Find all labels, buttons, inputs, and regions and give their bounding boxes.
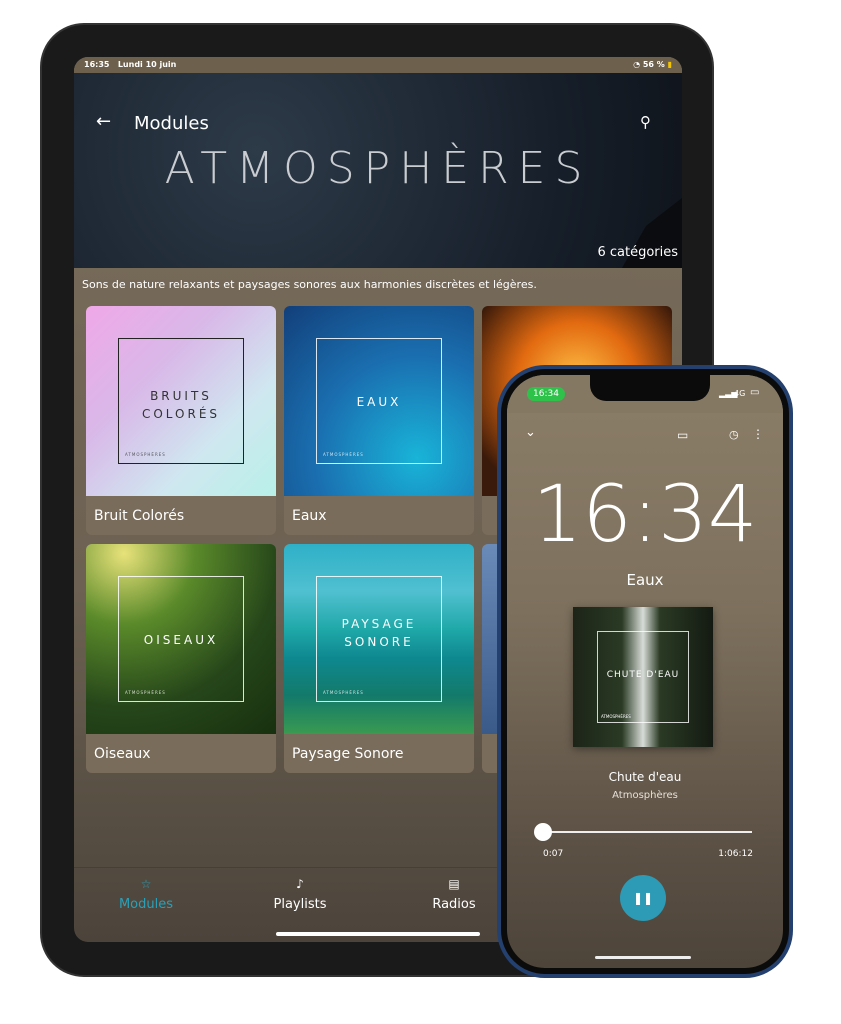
description: Sons de nature relaxants et paysages son…	[82, 278, 537, 291]
art-frame: OISEAUX ATMOSPHÈRES	[118, 576, 244, 702]
track-artist: Atmosphères	[612, 790, 678, 801]
tile-label: Paysage Sonore	[292, 746, 404, 762]
tile-oiseaux[interactable]: OISEAUX ATMOSPHÈRES Oiseaux	[86, 544, 276, 773]
elapsed-time: 0:07	[543, 849, 564, 859]
notch	[590, 375, 710, 401]
battery-level: 56 %	[642, 60, 665, 69]
status-date: Lundi 10 juin	[117, 60, 177, 69]
art-title: BRUITS COLORÉS	[141, 389, 221, 421]
network-type: 4G	[734, 389, 746, 398]
art-title: CHUTE D'EAU	[606, 670, 680, 680]
tile-paysage-sonore[interactable]: PAYSAGE SONORE ATMOSPHÈRES Paysage Sonore	[284, 544, 474, 773]
pause-icon: ❚❚	[632, 891, 654, 905]
arrow-left-icon[interactable]: ←	[96, 111, 111, 132]
art-title: PAYSAGE SONORE	[341, 617, 417, 649]
tile-bruit-colores[interactable]: BRUITS COLORÉS ATMOSPHÈRES Bruit Colorés	[86, 306, 276, 535]
hero-title: ATMOSPHÈRES	[164, 143, 592, 194]
progress-slider[interactable]	[534, 823, 752, 841]
art-title: OISEAUX	[143, 633, 219, 647]
music-note-icon: ♪	[296, 877, 304, 891]
battery-icon: ▭	[750, 387, 760, 398]
nav-label: Radios	[432, 897, 476, 912]
art-sub: ATMOSPHÈRES	[125, 690, 166, 695]
home-indicator	[276, 932, 480, 936]
duration: 1:06:12	[718, 849, 753, 859]
home-indicator	[595, 956, 691, 959]
status-time: 16:35	[84, 60, 110, 69]
art-sub: ATMOSPHÈRES	[323, 690, 364, 695]
status-time: 16:34	[527, 387, 565, 401]
radio-icon: ▤	[448, 877, 460, 891]
nav-radios[interactable]: ▤ Radios	[394, 877, 514, 912]
art-frame: CHUTE D'EAU ATMOSPHÈRES	[597, 631, 689, 723]
art-sub: ATMOSPHÈRES	[125, 452, 166, 457]
phone-screen: 16:34 ▂▃▅ 4G ▭ ⌄ ▭ ◷ ⋮ 16:34 Eaux CHUTE …	[507, 375, 783, 968]
category-count: 6 catégories	[597, 245, 678, 260]
art-sub: ATMOSPHÈRES	[323, 452, 364, 457]
hero-banner: ← Modules ⚲ ATMOSPHÈRES 6 catégories	[74, 73, 682, 268]
art-frame: EAUX ATMOSPHÈRES	[316, 338, 442, 464]
airplay-icon[interactable]: ▭	[677, 428, 688, 442]
battery-icon: ▮	[667, 60, 672, 69]
clock: 16:34	[532, 470, 758, 560]
timer-icon[interactable]: ◷	[729, 428, 739, 441]
star-icon: ☆	[140, 877, 152, 891]
album-art: CHUTE D'EAU ATMOSPHÈRES	[573, 607, 713, 747]
tile-label: Bruit Colorés	[94, 508, 185, 524]
module-name: Eaux	[626, 571, 664, 589]
chevron-down-icon[interactable]: ⌄	[525, 425, 536, 440]
pause-button[interactable]: ❚❚	[620, 875, 666, 921]
art-frame: PAYSAGE SONORE ATMOSPHÈRES	[316, 576, 442, 702]
nav-label: Playlists	[273, 897, 327, 912]
tile-label: Oiseaux	[94, 746, 151, 762]
phone-device: 16:34 ▂▃▅ 4G ▭ ⌄ ▭ ◷ ⋮ 16:34 Eaux CHUTE …	[497, 365, 793, 978]
tile-eaux[interactable]: EAUX ATMOSPHÈRES Eaux	[284, 306, 474, 535]
slider-thumb[interactable]	[534, 823, 553, 841]
art-title: EAUX	[356, 395, 402, 409]
art-frame: BRUITS COLORÉS ATMOSPHÈRES	[118, 338, 244, 464]
nav-label: Modules	[118, 897, 174, 912]
page-title: Modules	[134, 113, 209, 134]
track-title: Chute d'eau	[608, 770, 682, 784]
art-sub: ATMOSPHÈRES	[601, 714, 631, 719]
more-icon[interactable]: ⋮	[752, 427, 764, 441]
nav-modules[interactable]: ☆ Modules	[86, 877, 206, 912]
tile-label: Eaux	[292, 508, 327, 524]
wifi-icon: ◔	[633, 60, 641, 69]
nav-playlists[interactable]: ♪ Playlists	[240, 877, 360, 912]
search-icon[interactable]: ⚲	[640, 113, 651, 131]
status-bar: 16:35 Lundi 10 juin ◔ 56 % ▮	[74, 57, 682, 73]
